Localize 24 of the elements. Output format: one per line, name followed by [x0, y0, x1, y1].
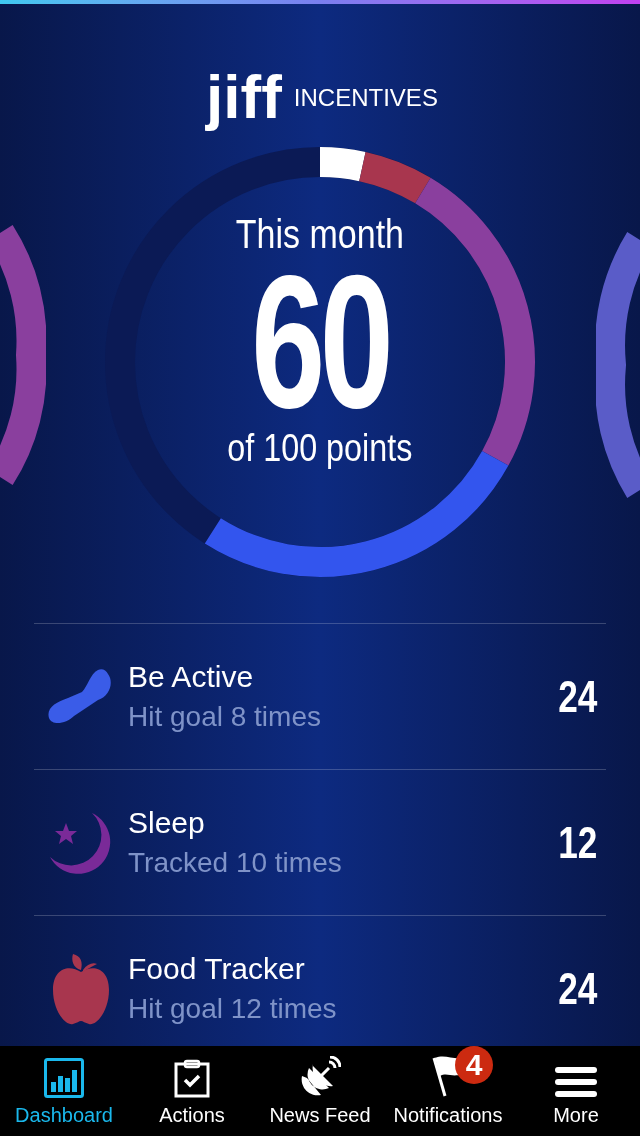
- meter-subtitle: of 100 points: [227, 426, 413, 470]
- activity-detail: Hit goal 8 times: [128, 699, 322, 734]
- activity-detail: Hit goal 12 times: [128, 991, 338, 1026]
- activity-points: 12: [558, 816, 599, 869]
- tab[interactable]: Actions: [128, 1046, 256, 1136]
- points-value: 60: [251, 256, 389, 426]
- activity-title: Sleep: [128, 804, 206, 841]
- menu-icon: [555, 1066, 597, 1098]
- activity-points: 24: [558, 962, 599, 1015]
- tab[interactable]: News Feed: [256, 1046, 384, 1136]
- clipboard-check-icon: [174, 1058, 210, 1098]
- tab[interactable]: More: [512, 1046, 640, 1136]
- tab[interactable]: 4 Notifications: [384, 1046, 512, 1136]
- bar-chart-icon: [44, 1058, 84, 1098]
- activity-detail: Tracked 10 times: [128, 845, 343, 880]
- activity-points: 24: [558, 670, 599, 723]
- logo-wordmark: jiff: [204, 62, 283, 132]
- notification-badge: 4: [455, 1046, 493, 1084]
- satellite-dish-icon: [299, 1056, 341, 1098]
- logo-label: INCENTIVES: [293, 86, 438, 110]
- meter-title: This month: [235, 212, 405, 256]
- activity-title: Be Active: [128, 658, 255, 695]
- tab[interactable]: Dashboard: [0, 1046, 128, 1136]
- activity-title: Food Tracker: [128, 950, 306, 987]
